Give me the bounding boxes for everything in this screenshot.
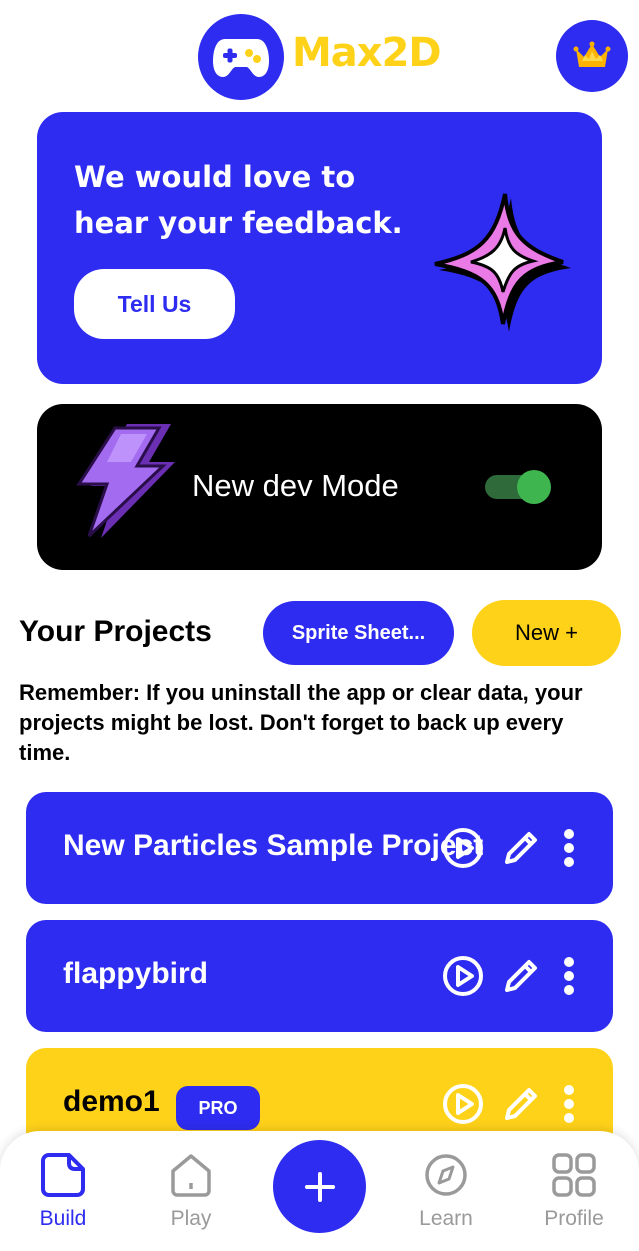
more-options-icon[interactable] [556, 1082, 582, 1126]
nav-label-profile: Profile [544, 1207, 604, 1230]
more-options-icon[interactable] [556, 954, 582, 998]
create-fab-button[interactable] [273, 1140, 366, 1233]
project-name: demo1 [63, 1085, 160, 1118]
sprite-sheet-button[interactable]: Sprite Sheet... [263, 601, 454, 665]
nav-item-build[interactable]: Build [18, 1151, 108, 1241]
crown-icon [573, 41, 611, 67]
feedback-title: We would love to hear your feedback. [74, 160, 403, 240]
sparkle-icon [434, 193, 571, 332]
play-icon[interactable] [441, 826, 485, 870]
project-card[interactable]: New Particles Sample Project [26, 792, 613, 904]
project-card[interactable]: flappybird [26, 920, 613, 1032]
pro-badge: PRO [176, 1086, 260, 1130]
projects-section-title: Your Projects [19, 615, 212, 648]
feedback-card: We would love to hear your feedback. Tel… [37, 112, 602, 384]
plus-icon [304, 1171, 335, 1202]
nav-label-build: Build [39, 1207, 87, 1230]
dev-mode-toggle[interactable] [485, 470, 551, 504]
dev-mode-card: New dev Mode [37, 404, 602, 570]
edit-pencil-icon[interactable] [499, 1082, 543, 1126]
new-project-button[interactable]: New + [472, 600, 621, 666]
nav-label-learn: Learn [419, 1207, 473, 1230]
project-name: New Particles Sample Project [63, 829, 484, 862]
project-name: flappybird [63, 957, 209, 990]
nav-item-play[interactable]: Play [146, 1151, 236, 1241]
compass-icon [425, 1154, 467, 1196]
build-icon [41, 1153, 85, 1197]
play-icon[interactable] [441, 954, 485, 998]
bottom-navigation-bar: Build Play Learn Profile [0, 1131, 639, 1251]
app-header: Max2D [0, 0, 639, 100]
premium-crown-button[interactable] [556, 20, 628, 92]
backup-reminder-text: Remember: If you uninstall the app or cl… [19, 680, 583, 765]
edit-pencil-icon[interactable] [499, 954, 543, 998]
more-options-icon[interactable] [556, 826, 582, 870]
tell-us-button[interactable]: Tell Us [74, 269, 235, 339]
toggle-thumb [517, 470, 551, 504]
app-logo-text: Max2D [292, 30, 442, 76]
nav-label-play: Play [170, 1207, 212, 1230]
home-icon [171, 1154, 211, 1197]
gamepad-logo-icon [198, 14, 284, 100]
nav-item-learn[interactable]: Learn [401, 1151, 491, 1241]
grid-icon [552, 1153, 596, 1197]
dev-mode-label: New dev Mode [192, 468, 399, 503]
play-icon[interactable] [441, 1082, 485, 1126]
lightning-bolt-icon [76, 424, 175, 538]
edit-pencil-icon[interactable] [499, 826, 543, 870]
nav-item-profile[interactable]: Profile [529, 1151, 619, 1241]
